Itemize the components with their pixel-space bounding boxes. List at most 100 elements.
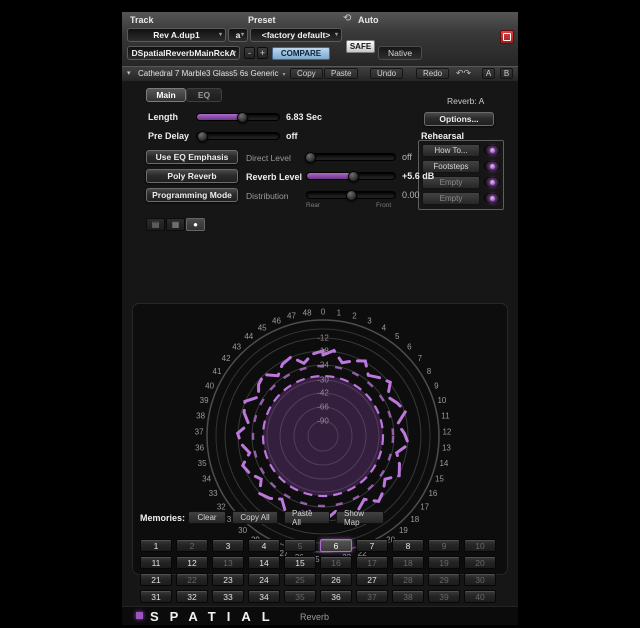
polar-speaker-label: 5 [395, 332, 400, 341]
polar-display[interactable]: 0123456789101112131415161718192021222324… [133, 304, 507, 574]
memory-button-20[interactable]: 20 [464, 556, 496, 569]
memory-button-34[interactable]: 34 [248, 590, 280, 603]
paste-all-button[interactable]: Paste All [284, 511, 330, 524]
setting-a-button[interactable]: A [482, 68, 495, 79]
memory-button-39[interactable]: 39 [428, 590, 460, 603]
memory-button-36[interactable]: 36 [320, 590, 352, 603]
length-slider-fill [197, 114, 242, 120]
memory-button-19[interactable]: 19 [428, 556, 460, 569]
memory-button-4[interactable]: 4 [248, 539, 280, 552]
memory-button-6[interactable]: 6 [320, 539, 352, 552]
polar-speaker-label: 42 [222, 354, 231, 363]
memory-button-29[interactable]: 29 [428, 573, 460, 586]
options-button[interactable]: Options... [424, 112, 494, 126]
rehearsal-item-how-to[interactable]: How To... [422, 144, 480, 157]
memory-button-3[interactable]: 3 [212, 539, 244, 552]
predelay-slider-knob[interactable] [197, 131, 208, 142]
polar-speaker-label: 14 [439, 459, 448, 468]
copy-button[interactable]: Copy [290, 68, 323, 79]
history-arrows-icon[interactable]: ↶↷ [456, 68, 471, 79]
preset-selector[interactable]: <factory default> ▾ [250, 28, 342, 42]
memory-button-23[interactable]: 23 [212, 573, 244, 586]
direct-level-value[interactable]: off [402, 152, 412, 162]
view-polar-button[interactable]: ● [186, 218, 205, 231]
track-selector[interactable]: Rev A.dup1 ▾ [127, 28, 226, 42]
tab-main[interactable]: Main [146, 88, 186, 102]
memory-button-35[interactable]: 35 [284, 590, 316, 603]
memory-button-7[interactable]: 7 [356, 539, 388, 552]
memory-button-1[interactable]: 1 [140, 539, 172, 552]
memory-button-33[interactable]: 33 [212, 590, 244, 603]
distribution-value[interactable]: 0.00 [402, 190, 420, 200]
distribution-slider-knob[interactable] [346, 190, 357, 201]
memory-button-16[interactable]: 16 [320, 556, 352, 569]
direct-level-slider-knob[interactable] [305, 152, 316, 163]
memory-button-15[interactable]: 15 [284, 556, 316, 569]
direct-level-slider[interactable] [306, 153, 396, 161]
length-slider[interactable] [196, 113, 280, 121]
preset-increment-button[interactable]: + [257, 47, 268, 59]
clear-button[interactable]: Clear [188, 511, 226, 524]
distribution-slider[interactable] [306, 191, 396, 199]
memory-button-25[interactable]: 25 [284, 573, 316, 586]
memory-button-21[interactable]: 21 [140, 573, 172, 586]
poly-reverb-button[interactable]: Poly Reverb [146, 169, 238, 183]
memory-button-17[interactable]: 17 [356, 556, 388, 569]
memory-button-13[interactable]: 13 [212, 556, 244, 569]
show-map-button[interactable]: Show Map [336, 511, 384, 524]
preset-revert-icon[interactable]: ⟲ [343, 14, 351, 24]
reverb-level-slider[interactable] [306, 172, 396, 180]
plugin-selector[interactable]: DSpatialReverbMainRckA ▾ [127, 46, 240, 60]
tab-eq[interactable]: EQ [186, 88, 222, 102]
memory-button-40[interactable]: 40 [464, 590, 496, 603]
memory-button-8[interactable]: 8 [392, 539, 424, 552]
memory-button-32[interactable]: 32 [176, 590, 208, 603]
programming-mode-button[interactable]: Programming Mode [146, 188, 238, 202]
memory-button-38[interactable]: 38 [392, 590, 424, 603]
memory-button-9[interactable]: 9 [428, 539, 460, 552]
memory-button-24[interactable]: 24 [248, 573, 280, 586]
memory-button-31[interactable]: 31 [140, 590, 172, 603]
rehearsal-led-3[interactable] [484, 177, 500, 187]
polar-panel: 0123456789101112131415161718192021222324… [132, 303, 508, 575]
memory-button-26[interactable]: 26 [320, 573, 352, 586]
copy-all-button[interactable]: Copy All [232, 511, 278, 524]
memory-button-12[interactable]: 12 [176, 556, 208, 569]
memory-button-28[interactable]: 28 [392, 573, 424, 586]
memory-button-37[interactable]: 37 [356, 590, 388, 603]
memory-button-27[interactable]: 27 [356, 573, 388, 586]
compare-button[interactable]: COMPARE [272, 47, 330, 60]
predelay-slider[interactable] [196, 132, 280, 140]
undo-button[interactable]: Undo [370, 68, 403, 79]
memory-button-5[interactable]: 5 [284, 539, 316, 552]
predelay-value[interactable]: off [286, 131, 298, 141]
use-eq-emphasis-button[interactable]: Use EQ Emphasis [146, 150, 238, 164]
safe-button[interactable]: SAFE [346, 40, 375, 53]
memory-button-18[interactable]: 18 [392, 556, 424, 569]
length-value[interactable]: 6.83 Sec [286, 112, 322, 122]
memory-button-22[interactable]: 22 [176, 573, 208, 586]
rehearsal-led-2[interactable] [484, 161, 500, 171]
memory-button-2[interactable]: 2 [176, 539, 208, 552]
preset-decrement-button[interactable]: - [244, 47, 255, 59]
memory-button-10[interactable]: 10 [464, 539, 496, 552]
view-list-button[interactable]: ▤ [146, 218, 165, 231]
native-button[interactable]: Native [378, 46, 422, 60]
reverb-level-slider-knob[interactable] [348, 171, 359, 182]
length-slider-knob[interactable] [237, 112, 248, 123]
rehearsal-item-empty-2[interactable]: Empty [422, 192, 480, 205]
settings-menu-caret-icon[interactable]: ▾ [127, 69, 131, 77]
rehearsal-led-1[interactable] [484, 145, 500, 155]
view-grid-button[interactable]: ▦ [166, 218, 185, 231]
memory-button-14[interactable]: 14 [248, 556, 280, 569]
target-icon[interactable] [500, 30, 514, 44]
rehearsal-led-4[interactable] [484, 193, 500, 203]
redo-button[interactable]: Redo [416, 68, 449, 79]
setting-name[interactable]: Cathedral 7 Marble3 Glass5 6s Generic▾ [138, 69, 286, 78]
memory-button-30[interactable]: 30 [464, 573, 496, 586]
paste-button[interactable]: Paste [324, 68, 358, 79]
setting-b-button[interactable]: B [500, 68, 513, 79]
reverb-level-value[interactable]: +5.6 dB [402, 171, 434, 181]
automation-letter-selector[interactable]: a ▾ [228, 28, 248, 42]
memory-button-11[interactable]: 11 [140, 556, 172, 569]
